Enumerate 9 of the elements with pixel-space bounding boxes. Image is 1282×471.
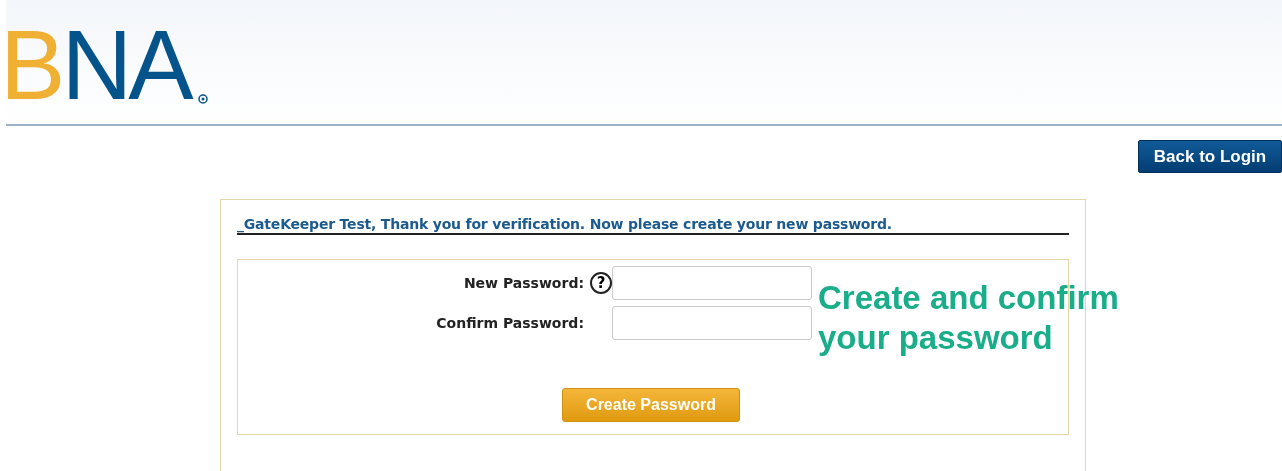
password-field[interactable] xyxy=(612,306,812,340)
back-to-login-button[interactable]: Back to Login xyxy=(1138,140,1282,173)
field-label: Confirm Password: xyxy=(435,315,584,331)
annotation-text: Create and confirm your password xyxy=(818,278,1120,358)
verification-message: _GateKeeper Test, Thank you for verification. Now please create your new password. xyxy=(237,216,1069,235)
logo: BNA xyxy=(0,25,190,104)
registered-icon xyxy=(197,94,208,104)
password-field[interactable] xyxy=(612,266,812,300)
field-label: New Password: xyxy=(462,275,584,291)
